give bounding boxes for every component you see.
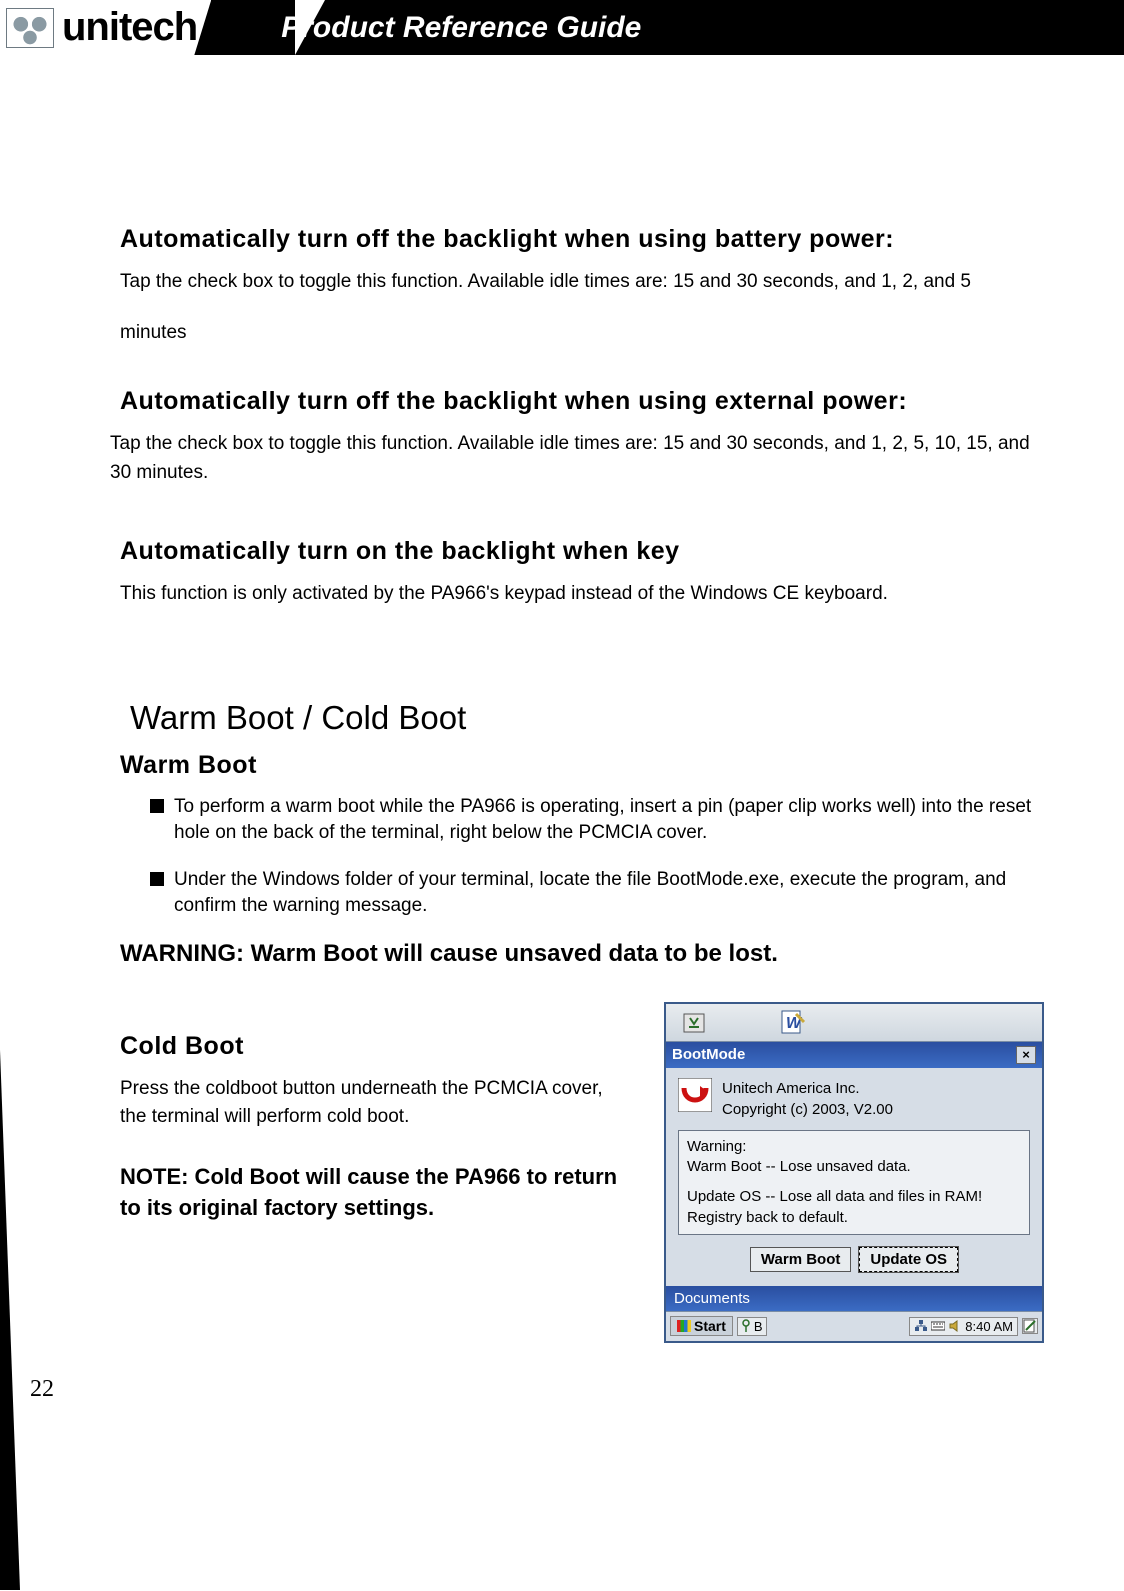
warning-warm-boot: WARNING: Warm Boot will cause unsaved da… [120,940,1044,968]
unitech-logo-icon [6,8,54,48]
unitech-app-icon [678,1078,712,1112]
warn-line-2: Update OS -- Lose all data and files in … [687,1187,1021,1228]
bootmode-warning-box: Warning: Warm Boot -- Lose unsaved data.… [678,1130,1030,1235]
windows-flag-icon [677,1320,691,1332]
heading-backlight-external: Automatically turn off the backlight whe… [120,387,1044,416]
bootmode-screenshot: W BootMode × Unitech America Inc. [664,1002,1044,1343]
note-cold-boot: NOTE: Cold Boot will cause the PA966 to … [120,1162,634,1224]
text-cold-boot: Press the coldboot button underneath the… [120,1075,634,1132]
start-label: Start [694,1318,726,1334]
tray-time: 8:40 AM [965,1319,1013,1334]
header-triangle-decor [295,0,325,55]
bullet-warm-1: To perform a warm boot while the PA966 i… [150,794,1044,847]
text-backlight-external: Tap the check box to toggle this functio… [110,430,1044,487]
close-button[interactable]: × [1016,1046,1036,1064]
bootmode-button-row: Warm Boot Update OS [678,1247,1030,1272]
tray-area[interactable]: 8:40 AM [909,1317,1018,1336]
bullet-square-icon [150,799,164,813]
bootmode-body: Unitech America Inc. Copyright (c) 2003,… [666,1068,1042,1286]
recycle-bin-icon [680,1008,708,1036]
heading-warm-boot: Warm Boot [120,751,1044,780]
page-body: Automatically turn off the backlight whe… [0,55,1124,1403]
start-button[interactable]: Start [670,1316,733,1336]
warn-label: Warning: [687,1137,1021,1157]
text-backlight-battery-b: minutes [120,319,1044,348]
warm-boot-button[interactable]: Warm Boot [750,1247,851,1272]
header-title: Product Reference Guide [281,11,641,45]
bootmode-title: BootMode [672,1046,745,1063]
bootmode-titlebar: BootMode × [666,1042,1042,1068]
volume-icon [948,1319,962,1333]
keyboard-icon [931,1319,945,1333]
brand-logo-block: unitech [0,0,211,55]
note-pencil-icon [1023,1319,1037,1333]
ime-indicator[interactable]: B [737,1317,767,1336]
about-line-2: Copyright (c) 2003, V2.00 [722,1099,893,1120]
update-os-button[interactable]: Update OS [859,1247,958,1272]
page-number: 22 [30,1376,54,1403]
warn-line-1: Warm Boot -- Lose unsaved data. [687,1157,1021,1177]
ime-letter: B [754,1319,763,1334]
heading-backlight-key: Automatically turn on the backlight when… [120,537,1044,566]
ime-icon [741,1319,751,1333]
bullet-warm-1-text: To perform a warm boot while the PA966 i… [174,794,1044,847]
bullet-warm-2-text: Under the Windows folder of your termina… [174,867,1044,920]
about-line-1: Unitech America Inc. [722,1078,893,1099]
text-backlight-battery-a: Tap the check box to toggle this functio… [120,268,1044,297]
taskbar: Start B [666,1311,1042,1341]
heading-backlight-battery: Automatically turn off the backlight whe… [120,225,1044,254]
brand-name: unitech [62,5,197,50]
bullet-warm-2: Under the Windows folder of your termina… [150,867,1044,920]
text-backlight-key: This function is only activated by the P… [120,580,1044,609]
network-icon [914,1319,928,1333]
section-title-boot: Warm Boot / Cold Boot [130,699,1044,737]
bootmode-desktop-icons: W [666,1004,1042,1042]
documents-bar[interactable]: Documents [666,1286,1042,1311]
wordpad-icon: W [778,1008,806,1036]
show-desktop-icon[interactable] [1022,1318,1038,1334]
page-header: unitech Product Reference Guide [0,0,1124,55]
heading-cold-boot: Cold Boot [120,1032,634,1061]
bootmode-about: Unitech America Inc. Copyright (c) 2003,… [678,1078,1030,1120]
bullet-square-icon [150,872,164,886]
